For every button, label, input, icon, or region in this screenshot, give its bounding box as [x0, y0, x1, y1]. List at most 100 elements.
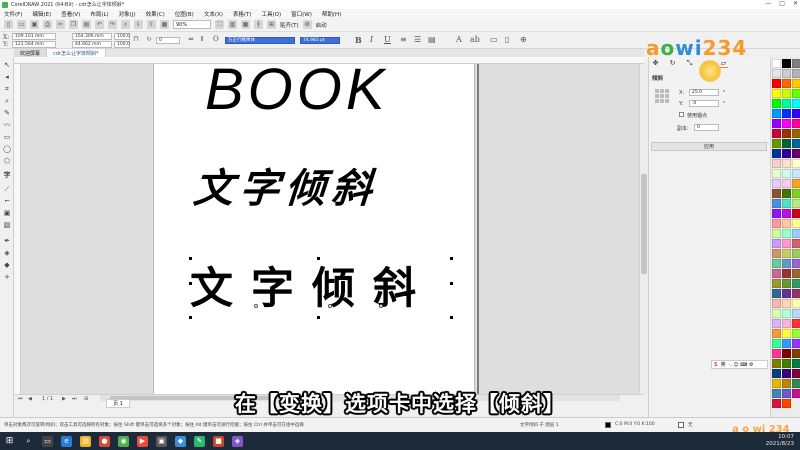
new-document-icon[interactable]: ▯ — [4, 20, 13, 29]
palette-swatch[interactable] — [792, 139, 800, 148]
app-icon-recorder[interactable]: ▶ — [137, 435, 148, 447]
palette-swatch[interactable] — [782, 249, 791, 258]
palette-swatch[interactable] — [782, 119, 791, 128]
save-icon[interactable]: ▣ — [30, 20, 39, 29]
drawing-canvas[interactable]: BOOK 文字倾斜 文字倾斜 — [21, 64, 639, 394]
palette-swatch[interactable] — [792, 109, 800, 118]
palette-swatch[interactable] — [772, 329, 781, 338]
selection-handle-bottom-right[interactable] — [450, 316, 453, 319]
position-tab-icon[interactable]: ✥ — [651, 59, 660, 68]
palette-swatch[interactable] — [782, 279, 791, 288]
bullet-list-icon[interactable]: ☰ — [414, 35, 421, 44]
palette-swatch[interactable] — [792, 149, 800, 158]
connector-tool-icon[interactable]: ⌐ — [3, 197, 11, 205]
document-page[interactable]: BOOK 文字倾斜 文字倾斜 — [153, 64, 475, 394]
palette-swatch[interactable] — [792, 199, 800, 208]
tab-welcome-screen[interactable]: 欢迎屏幕 — [14, 49, 48, 57]
palette-swatch[interactable] — [772, 219, 781, 228]
palette-swatch[interactable] — [772, 229, 781, 238]
palette-swatch[interactable] — [782, 149, 791, 158]
palette-swatch[interactable] — [772, 179, 781, 188]
palette-swatch[interactable] — [782, 319, 791, 328]
mirror-vertical-icon[interactable]: ⇕ — [199, 35, 205, 43]
palette-swatch[interactable] — [772, 89, 781, 98]
palette-swatch[interactable] — [782, 229, 791, 238]
search-icon[interactable]: ⌕ — [23, 436, 34, 447]
palette-swatch[interactable] — [772, 379, 781, 388]
rotation-angle-field[interactable]: 0 — [156, 37, 180, 44]
menu-help[interactable]: 帮助(H) — [322, 10, 341, 18]
palette-swatch[interactable] — [792, 99, 800, 108]
scale-height-field[interactable]: 100.0 — [114, 41, 130, 48]
copy-icon[interactable]: ❐ — [69, 20, 78, 29]
palette-swatch[interactable] — [782, 329, 791, 338]
freehand-tool-icon[interactable]: ✎ — [3, 109, 11, 117]
snap-icon[interactable]: ⊞ — [267, 20, 276, 29]
palette-swatch[interactable] — [792, 179, 800, 188]
scale-width-field[interactable]: 100.0 — [114, 33, 130, 40]
palette-swatch[interactable] — [772, 199, 781, 208]
palette-swatch[interactable] — [772, 249, 781, 258]
palette-swatch[interactable] — [792, 259, 800, 268]
shape-tool-icon[interactable]: ◂ — [3, 73, 11, 81]
quick-customize-icon[interactable]: ⊕ — [520, 35, 527, 44]
palette-swatch[interactable] — [792, 329, 800, 338]
close-button[interactable]: ✕ — [793, 0, 798, 7]
fill-color-swatch[interactable] — [605, 422, 611, 428]
selection-handle-top-right[interactable] — [450, 257, 453, 260]
ellipse-tool-icon[interactable]: ◯ — [3, 145, 11, 153]
smart-fill-tool-icon[interactable]: ◆ — [3, 261, 11, 269]
wechat-icon[interactable]: ◉ — [118, 435, 129, 447]
horizontal-text-icon[interactable]: ▭ — [490, 35, 498, 44]
rulers-icon[interactable]: ▥ — [228, 20, 237, 29]
palette-swatch[interactable] — [792, 169, 800, 178]
palette-swatch[interactable] — [792, 359, 800, 368]
outline-color-swatch[interactable] — [678, 422, 684, 428]
selection-handle-top-middle[interactable] — [317, 257, 320, 260]
app-icon-gray[interactable]: ▣ — [156, 435, 167, 447]
palette-swatch[interactable] — [782, 159, 791, 168]
palette-swatch[interactable] — [772, 299, 781, 308]
palette-swatch[interactable] — [782, 189, 791, 198]
palette-swatch[interactable] — [772, 79, 781, 88]
palette-swatch[interactable] — [792, 309, 800, 318]
copies-field[interactable]: 0 — [694, 124, 719, 131]
menu-window[interactable]: 窗口(W) — [291, 10, 312, 18]
palette-swatch[interactable] — [782, 169, 791, 178]
menu-table[interactable]: 表格(T) — [233, 10, 252, 18]
pick-tool-icon[interactable]: ↖ — [3, 61, 11, 69]
font-size-select[interactable]: 74.983 pt — [300, 37, 340, 44]
palette-swatch[interactable] — [792, 249, 800, 258]
tab-document[interactable]: cdr怎么让字体倾斜* — [47, 49, 106, 57]
palette-swatch[interactable] — [772, 259, 781, 268]
selection-handle-bottom-middle[interactable] — [317, 316, 320, 319]
zoom-tool-icon[interactable]: ⌕ — [3, 97, 11, 105]
text-tool-icon[interactable]: 字 — [3, 171, 11, 179]
palette-swatch[interactable] — [772, 159, 781, 168]
palette-swatch[interactable] — [792, 239, 800, 248]
zoom-select[interactable]: 90% — [173, 20, 211, 29]
palette-swatch[interactable] — [782, 239, 791, 248]
skew-x-field[interactable]: 25.0 — [689, 89, 719, 96]
rotate-icon[interactable]: ↻ — [146, 35, 152, 43]
node-handle[interactable] — [254, 304, 258, 308]
palette-swatch[interactable] — [772, 99, 781, 108]
use-anchor-checkbox[interactable] — [679, 112, 684, 117]
app-icon-blue[interactable]: ◆ — [175, 435, 186, 447]
palette-swatch[interactable] — [772, 119, 781, 128]
width-field[interactable]: 164.306 mm — [72, 33, 112, 40]
transparency-tool-icon[interactable]: ▨ — [3, 221, 11, 229]
palette-swatch[interactable] — [782, 219, 791, 228]
palette-swatch[interactable] — [782, 339, 791, 348]
height-field[interactable]: 44.662 mm — [72, 41, 112, 48]
italic-button[interactable]: I — [370, 35, 373, 44]
menu-object[interactable]: 对象(J) — [119, 10, 136, 18]
coreldraw-taskbar-icon[interactable]: ✎ — [194, 435, 205, 447]
horizontal-ruler[interactable] — [14, 57, 644, 64]
selection-handle-middle-right[interactable] — [450, 282, 453, 285]
palette-swatch[interactable] — [792, 229, 800, 238]
palette-swatch[interactable] — [772, 149, 781, 158]
palette-swatch[interactable] — [792, 289, 800, 298]
open-icon[interactable]: ▭ — [17, 20, 26, 29]
palette-swatch[interactable] — [772, 139, 781, 148]
